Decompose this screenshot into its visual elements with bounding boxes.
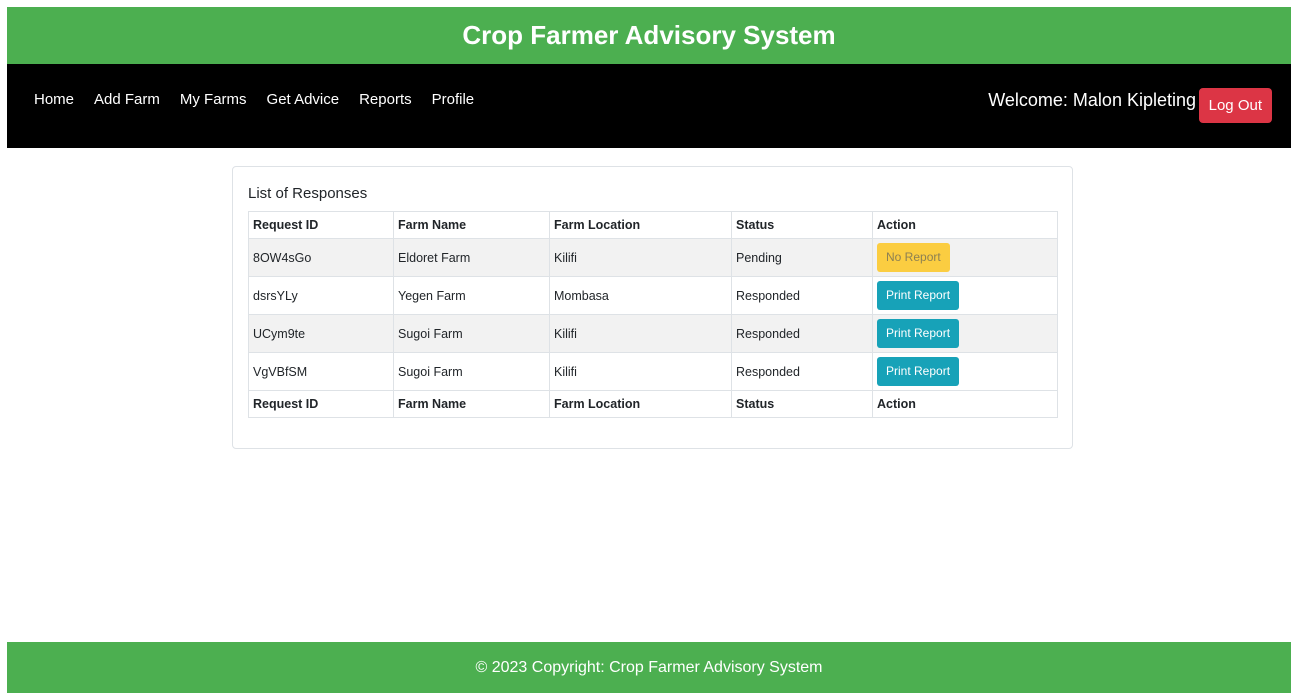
copyright-text: © 2023 Copyright: Crop Farmer Advisory S… (475, 658, 823, 676)
responses-card: List of Responses Request ID Farm Name F… (232, 166, 1073, 449)
app-title-bar: Crop Farmer Advisory System (7, 7, 1291, 64)
table-row: VgVBfSM Sugoi Farm Kilifi Responded Prin… (248, 352, 1058, 391)
table-row: UCym9te Sugoi Farm Kilifi Responded Prin… (248, 314, 1058, 353)
navbar: Home Add Farm My Farms Get Advice Report… (7, 64, 1291, 148)
footer-action: Action (872, 390, 1058, 418)
print-report-button[interactable]: Print Report (877, 281, 960, 310)
cell-farm-location: Kilifi (549, 352, 732, 391)
nav-home-link[interactable]: Home (34, 91, 74, 108)
footer-farm-name: Farm Name (393, 390, 550, 418)
nav-add-farm-link[interactable]: Add Farm (94, 91, 160, 108)
table-header-row: Request ID Farm Name Farm Location Statu… (248, 211, 1058, 239)
cell-farm-name: Sugoi Farm (393, 314, 550, 353)
print-report-button[interactable]: Print Report (877, 357, 960, 386)
nav-profile-link[interactable]: Profile (432, 91, 475, 108)
header-status: Status (731, 211, 873, 239)
page: Crop Farmer Advisory System Home Add Far… (0, 0, 1298, 693)
header-action: Action (872, 211, 1058, 239)
cell-farm-name: Yegen Farm (393, 276, 550, 315)
cell-request-id: VgVBfSM (248, 352, 394, 391)
nav-get-advice-link[interactable]: Get Advice (267, 91, 340, 108)
app-title: Crop Farmer Advisory System (462, 20, 836, 50)
cell-farm-name: Eldoret Farm (393, 238, 550, 277)
cell-action: Print Report (872, 352, 1058, 391)
footer-request-id: Request ID (248, 390, 394, 418)
no-report-button[interactable]: No Report (877, 243, 950, 272)
cell-request-id: dsrsYLy (248, 276, 394, 315)
footer-status: Status (731, 390, 873, 418)
responses-table: Request ID Farm Name Farm Location Statu… (248, 211, 1058, 418)
nav-reports-link[interactable]: Reports (359, 91, 412, 108)
cell-request-id: UCym9te (248, 314, 394, 353)
cell-action: No Report (872, 238, 1058, 277)
cell-request-id: 8OW4sGo (248, 238, 394, 277)
table-row: dsrsYLy Yegen Farm Mombasa Responded Pri… (248, 276, 1058, 315)
page-footer: © 2023 Copyright: Crop Farmer Advisory S… (7, 642, 1291, 693)
logout-button[interactable]: Log Out (1198, 88, 1272, 123)
header-farm-name: Farm Name (393, 211, 550, 239)
cell-status: Responded (731, 276, 873, 315)
cell-action: Print Report (872, 314, 1058, 353)
welcome-text: Welcome: Malon Kipleting (988, 90, 1196, 110)
header-request-id: Request ID (248, 211, 394, 239)
card-title: List of Responses (248, 185, 368, 202)
cell-status: Responded (731, 352, 873, 391)
table-footer-row: Request ID Farm Name Farm Location Statu… (248, 390, 1058, 418)
cell-farm-location: Mombasa (549, 276, 732, 315)
cell-farm-location: Kilifi (549, 314, 732, 353)
header-farm-location: Farm Location (549, 211, 732, 239)
table-row: 8OW4sGo Eldoret Farm Kilifi Pending No R… (248, 238, 1058, 277)
cell-farm-location: Kilifi (549, 238, 732, 277)
nav-my-farms-link[interactable]: My Farms (180, 91, 247, 108)
cell-status: Responded (731, 314, 873, 353)
footer-farm-location: Farm Location (549, 390, 732, 418)
cell-action: Print Report (872, 276, 1058, 315)
cell-status: Pending (731, 238, 873, 277)
cell-farm-name: Sugoi Farm (393, 352, 550, 391)
nav-links: Home Add Farm My Farms Get Advice Report… (34, 91, 494, 108)
print-report-button[interactable]: Print Report (877, 319, 960, 348)
